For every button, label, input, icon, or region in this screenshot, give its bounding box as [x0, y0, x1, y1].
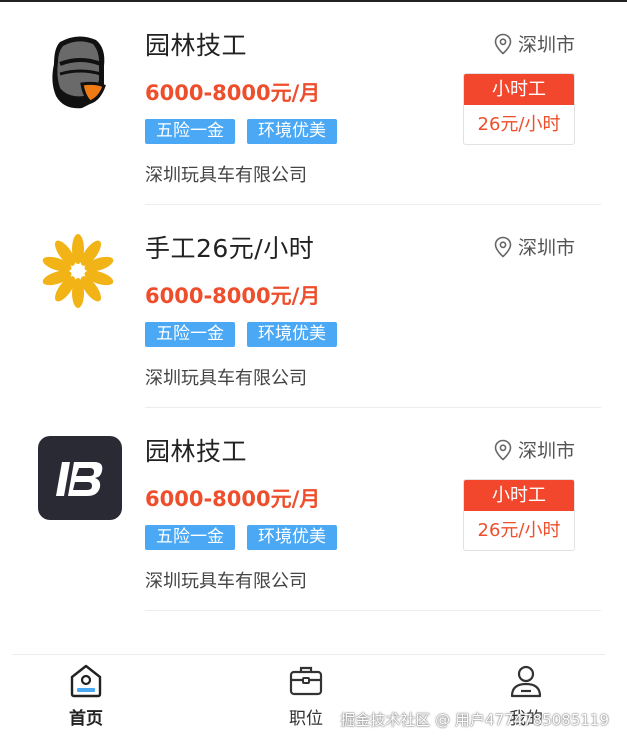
ib-logo-icon	[38, 436, 122, 520]
divider	[145, 610, 601, 611]
hourly-type: 小时工	[464, 74, 574, 105]
job-title: 园林技工	[145, 437, 248, 466]
job-title: 手工26元/小时	[145, 234, 315, 263]
flower-logo-icon	[38, 233, 122, 317]
home-icon	[70, 664, 102, 698]
job-tags: 五险一金 环境优美	[145, 119, 349, 144]
hourly-badge: 小时工 26元/小时	[463, 479, 575, 551]
job-tags: 五险一金 环境优美	[145, 525, 349, 550]
tab-home[interactable]: 首页	[46, 663, 126, 729]
job-tag: 环境优美	[247, 525, 337, 550]
watermark: 掘金技术社区 @ 用户4774785085119	[340, 711, 609, 729]
location-pin-icon	[494, 236, 512, 258]
hourly-badge: 小时工 26元/小时	[463, 73, 575, 145]
tab-label: 首页	[69, 709, 103, 729]
job-salary: 6000-8000元/月	[145, 487, 321, 511]
location-text: 深圳市	[517, 34, 575, 56]
location-pin-icon	[494, 439, 512, 461]
location-text: 深圳市	[517, 237, 575, 259]
job-location: 深圳市	[494, 30, 575, 57]
bottom-tab-bar: 首页 职位 我的	[12, 654, 605, 748]
hourly-rate: 26元/小时	[477, 114, 561, 135]
job-card[interactable]: 手工26元/小时 深圳市 6000-8000元/月 五险一金 环境优美 深圳玩具…	[0, 205, 627, 408]
company-name: 深圳玩具车有限公司	[145, 368, 307, 389]
job-tag: 五险一金	[145, 525, 235, 550]
job-list: 园林技工 深圳市 6000-8000元/月 五险一金 环境优美 深圳玩具车有限公…	[0, 2, 627, 611]
company-name: 深圳玩具车有限公司	[145, 165, 307, 186]
hourly-rate: 26元/小时	[477, 520, 561, 541]
tab-label: 职位	[289, 709, 323, 729]
job-tags: 五险一金 环境优美	[145, 322, 349, 347]
job-card[interactable]: 园林技工 深圳市 6000-8000元/月 五险一金 环境优美 深圳玩具车有限公…	[0, 408, 627, 611]
job-tag: 环境优美	[247, 119, 337, 144]
helmet-logo-icon	[38, 30, 122, 114]
hourly-type: 小时工	[464, 480, 574, 511]
job-tag: 五险一金	[145, 322, 235, 347]
job-location: 深圳市	[494, 436, 575, 463]
user-icon	[510, 665, 542, 698]
company-name: 深圳玩具车有限公司	[145, 571, 307, 592]
job-location: 深圳市	[494, 233, 575, 260]
tab-jobs[interactable]: 职位	[266, 663, 346, 729]
location-text: 深圳市	[517, 440, 575, 462]
job-card[interactable]: 园林技工 深圳市 6000-8000元/月 五险一金 环境优美 深圳玩具车有限公…	[0, 2, 627, 205]
location-pin-icon	[494, 33, 512, 55]
job-title: 园林技工	[145, 31, 248, 60]
briefcase-icon	[289, 666, 323, 696]
job-tag: 环境优美	[247, 322, 337, 347]
job-salary: 6000-8000元/月	[145, 284, 321, 308]
job-tag: 五险一金	[145, 119, 235, 144]
job-salary: 6000-8000元/月	[145, 81, 321, 105]
